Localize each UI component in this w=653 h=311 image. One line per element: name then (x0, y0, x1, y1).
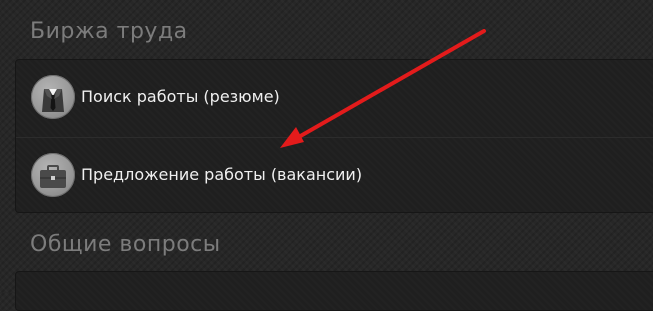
briefcase-icon (31, 153, 75, 197)
suit-tie-icon (31, 75, 75, 119)
list-item-job-search[interactable]: Поиск работы (резюме) (16, 60, 653, 136)
job-offer-label: Предложение работы (вакансии) (81, 165, 363, 184)
job-search-label: Поиск работы (резюме) (81, 87, 280, 106)
section-title-general-questions: Общие вопросы (30, 232, 221, 257)
section-title-job-exchange: Биржа труда (30, 19, 188, 44)
job-exchange-panel: Поиск работы (резюме) Предложение работы… (15, 59, 653, 213)
general-questions-panel (15, 271, 653, 311)
list-item-job-offer[interactable]: Предложение работы (вакансии) (16, 137, 653, 214)
